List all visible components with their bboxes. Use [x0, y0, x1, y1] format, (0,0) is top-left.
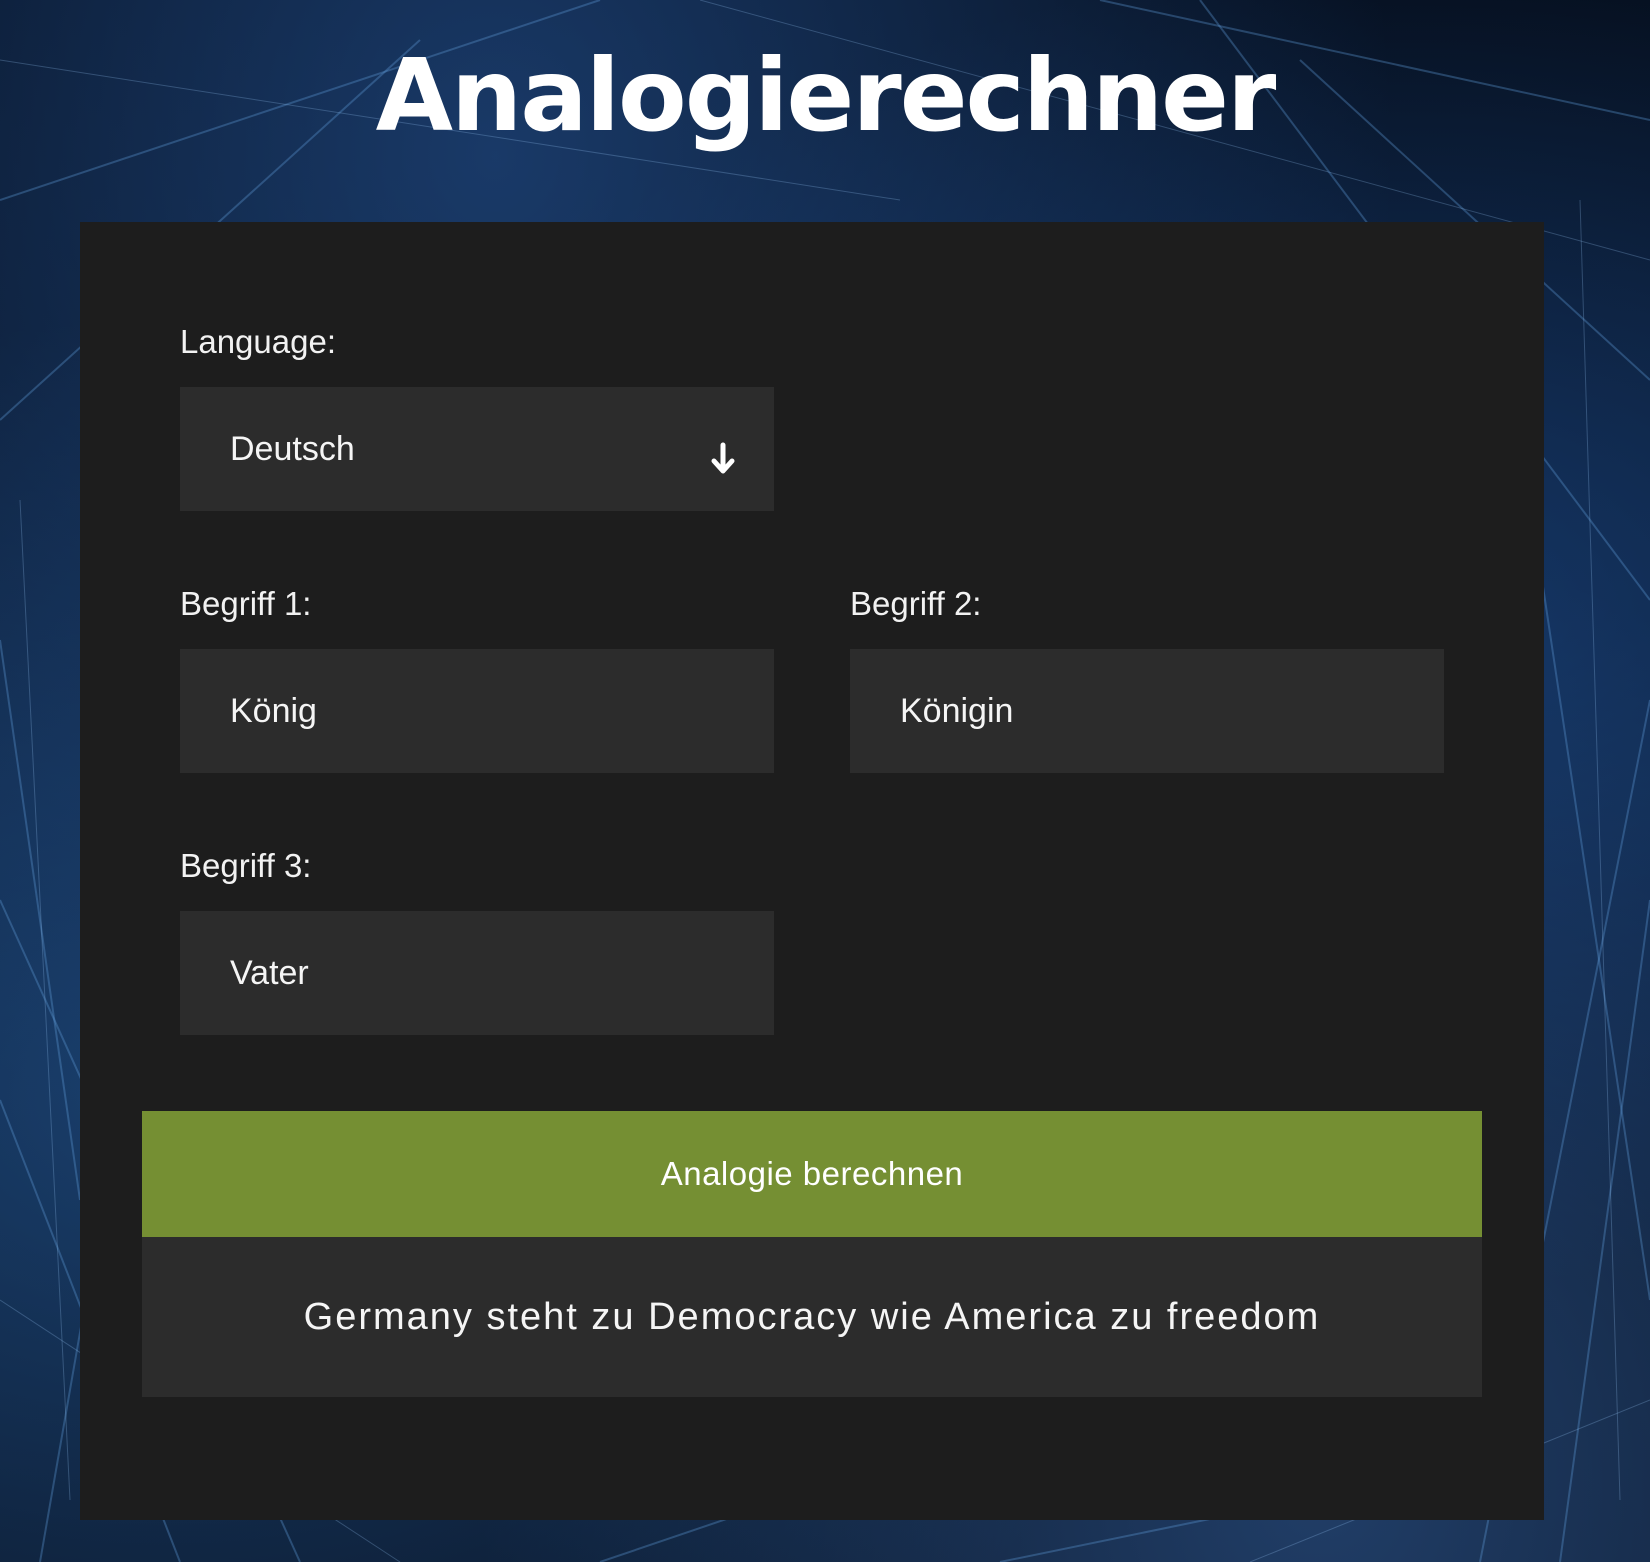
term2-input-value: Königin: [900, 691, 1014, 730]
analogy-result: Germany steht zu Democracy wie America z…: [142, 1237, 1482, 1397]
term3-input[interactable]: Vater: [180, 911, 774, 1035]
term1-input[interactable]: König: [180, 649, 774, 773]
page-title: Analogierechner: [375, 37, 1277, 154]
term2-label: Begriff 2:: [850, 585, 982, 622]
calculate-analogy-button[interactable]: Analogie berechnen: [142, 1111, 1482, 1237]
term1-input-value: König: [230, 691, 317, 730]
language-select-value: Deutsch: [230, 429, 355, 468]
term3-label: Begriff 3:: [180, 847, 312, 884]
analogy-result-text: Germany steht zu Democracy wie America z…: [303, 1295, 1321, 1338]
arrow-down-icon: [711, 442, 735, 474]
term3-input-value: Vater: [230, 953, 309, 992]
calculator-panel: Language: Deutsch Begriff 1: König Begri…: [80, 222, 1544, 1520]
term2-input[interactable]: Königin: [850, 649, 1444, 773]
term1-label: Begriff 1:: [180, 585, 312, 622]
language-select[interactable]: Deutsch: [180, 387, 774, 511]
language-label: Language:: [180, 323, 336, 360]
